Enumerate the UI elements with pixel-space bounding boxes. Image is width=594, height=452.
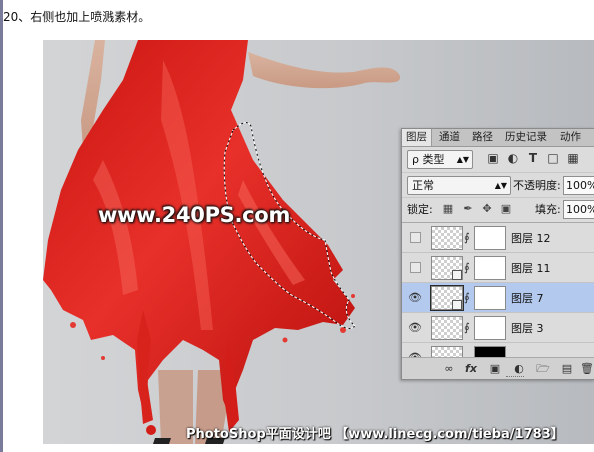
add-mask-icon[interactable]: ▣ — [488, 362, 502, 375]
tab-actions[interactable]: 动作 — [556, 129, 585, 146]
layer-mask-thumbnail[interactable] — [474, 256, 506, 280]
adjustment-filter-icon[interactable]: ◐ — [506, 151, 520, 165]
layer-row[interactable]: 👁 — [402, 343, 594, 357]
lock-transparent-icon[interactable]: ▦ — [442, 203, 454, 215]
tab-history[interactable]: 历史记录 — [501, 129, 551, 146]
lock-move-icon[interactable]: ✥ — [481, 203, 493, 215]
opacity-input[interactable]: 100% — [563, 176, 594, 195]
layer-mask-thumbnail[interactable] — [474, 346, 506, 357]
layers-panel: 图层 通道 路径 历史记录 动作 ρ 类型 ▲▼ ▣ ◐ T □ ▦ 正常 ▲▼… — [401, 128, 594, 380]
layer-thumbnail — [431, 346, 463, 357]
new-layer-icon[interactable]: ▤ — [560, 362, 574, 375]
layer-row[interactable]: 👁 ∮ 图层 3 — [402, 313, 594, 343]
opacity-label: 不透明度: — [513, 179, 561, 192]
visibility-toggle[interactable] — [410, 262, 421, 273]
step-caption: 20、右侧也加上喷溅素材。 — [3, 10, 151, 24]
adjustment-layer-icon[interactable]: ◐ — [512, 362, 526, 375]
layer-thumbnail — [431, 226, 463, 250]
tab-paths[interactable]: 路径 — [468, 129, 497, 146]
lock-label: 锁定: — [407, 203, 433, 216]
chain-link-icon[interactable]: ∮ — [464, 291, 472, 304]
link-layers-icon[interactable]: ∞ — [442, 362, 456, 375]
chevron-updown-icon: ▲▼ — [494, 181, 507, 190]
fill-input[interactable]: 100% — [563, 200, 594, 219]
type-filter-icon[interactable]: T — [526, 151, 540, 165]
layer-mask-thumbnail[interactable] — [474, 226, 506, 250]
layer-mask-thumbnail[interactable] — [474, 316, 506, 340]
layer-name: 图层 11 — [511, 262, 551, 275]
chain-link-icon[interactable]: ∮ — [464, 321, 472, 334]
filter-type-label: ρ 类型 — [412, 153, 445, 166]
blend-row: 正常 ▲▼ 不透明度: 100% — [402, 172, 594, 197]
shape-filter-icon[interactable]: □ — [546, 151, 560, 165]
footer-credit: PhotoShop平面设计吧 【www.linecg.com/tieba/178… — [186, 427, 564, 442]
smart-object-icon — [452, 300, 462, 310]
chain-link-icon[interactable]: ∮ — [464, 231, 472, 244]
eye-icon[interactable]: 👁 — [408, 321, 422, 334]
filter-type-dropdown[interactable]: ρ 类型 ▲▼ — [407, 150, 473, 169]
watermark-text: www.240PS.com — [98, 203, 291, 227]
blend-mode-value: 正常 — [412, 179, 434, 192]
fx-icon[interactable]: fx — [464, 362, 478, 375]
trash-icon[interactable]: 🗑 — [580, 362, 594, 375]
layer-row[interactable]: ∮ 图层 11 — [402, 253, 594, 283]
layers-list: ∮ 图层 12 ∮ 图层 11 👁 ∮ 图层 7 👁 ∮ 图层 3 — [402, 223, 594, 357]
panel-tab-bar: 图层 通道 路径 历史记录 动作 — [402, 129, 594, 147]
tab-layers[interactable]: 图层 — [402, 129, 432, 146]
panel-bottom-bar: ∞ fx ▣ ◐ 🗁 ▤ 🗑 — [402, 357, 594, 379]
filter-row: ρ 类型 ▲▼ ▣ ◐ T □ ▦ — [402, 147, 594, 171]
layer-name: 图层 3 — [511, 322, 544, 335]
layer-row-selected[interactable]: 👁 ∮ 图层 7 — [402, 283, 594, 313]
image-filter-icon[interactable]: ▣ — [486, 151, 500, 165]
fill-label: 填充: — [535, 203, 561, 216]
eye-icon[interactable]: 👁 — [408, 291, 422, 304]
lock-brush-icon[interactable]: ✒ — [462, 203, 474, 215]
layer-name: 图层 12 — [511, 232, 551, 245]
resize-grip[interactable] — [506, 376, 524, 379]
blend-mode-dropdown[interactable]: 正常 ▲▼ — [407, 176, 511, 195]
lock-row: 锁定: ▦ ✒ ✥ ▣ 填充: 100% — [402, 197, 594, 223]
chain-link-icon[interactable]: ∮ — [464, 261, 472, 274]
new-group-icon[interactable]: 🗁 — [536, 362, 550, 375]
layer-thumbnail — [431, 316, 463, 340]
lock-all-icon[interactable]: ▣ — [500, 203, 512, 215]
visibility-toggle[interactable] — [410, 232, 421, 243]
layer-name: 图层 7 — [511, 292, 544, 305]
layer-mask-thumbnail[interactable] — [474, 286, 506, 310]
layer-row[interactable]: ∮ 图层 12 — [402, 223, 594, 253]
tab-channels[interactable]: 通道 — [435, 129, 464, 146]
smart-object-filter-icon[interactable]: ▦ — [566, 151, 580, 165]
left-edge-strip — [0, 0, 3, 452]
chevron-updown-icon: ▲▼ — [456, 155, 469, 164]
smart-object-icon — [452, 270, 462, 280]
